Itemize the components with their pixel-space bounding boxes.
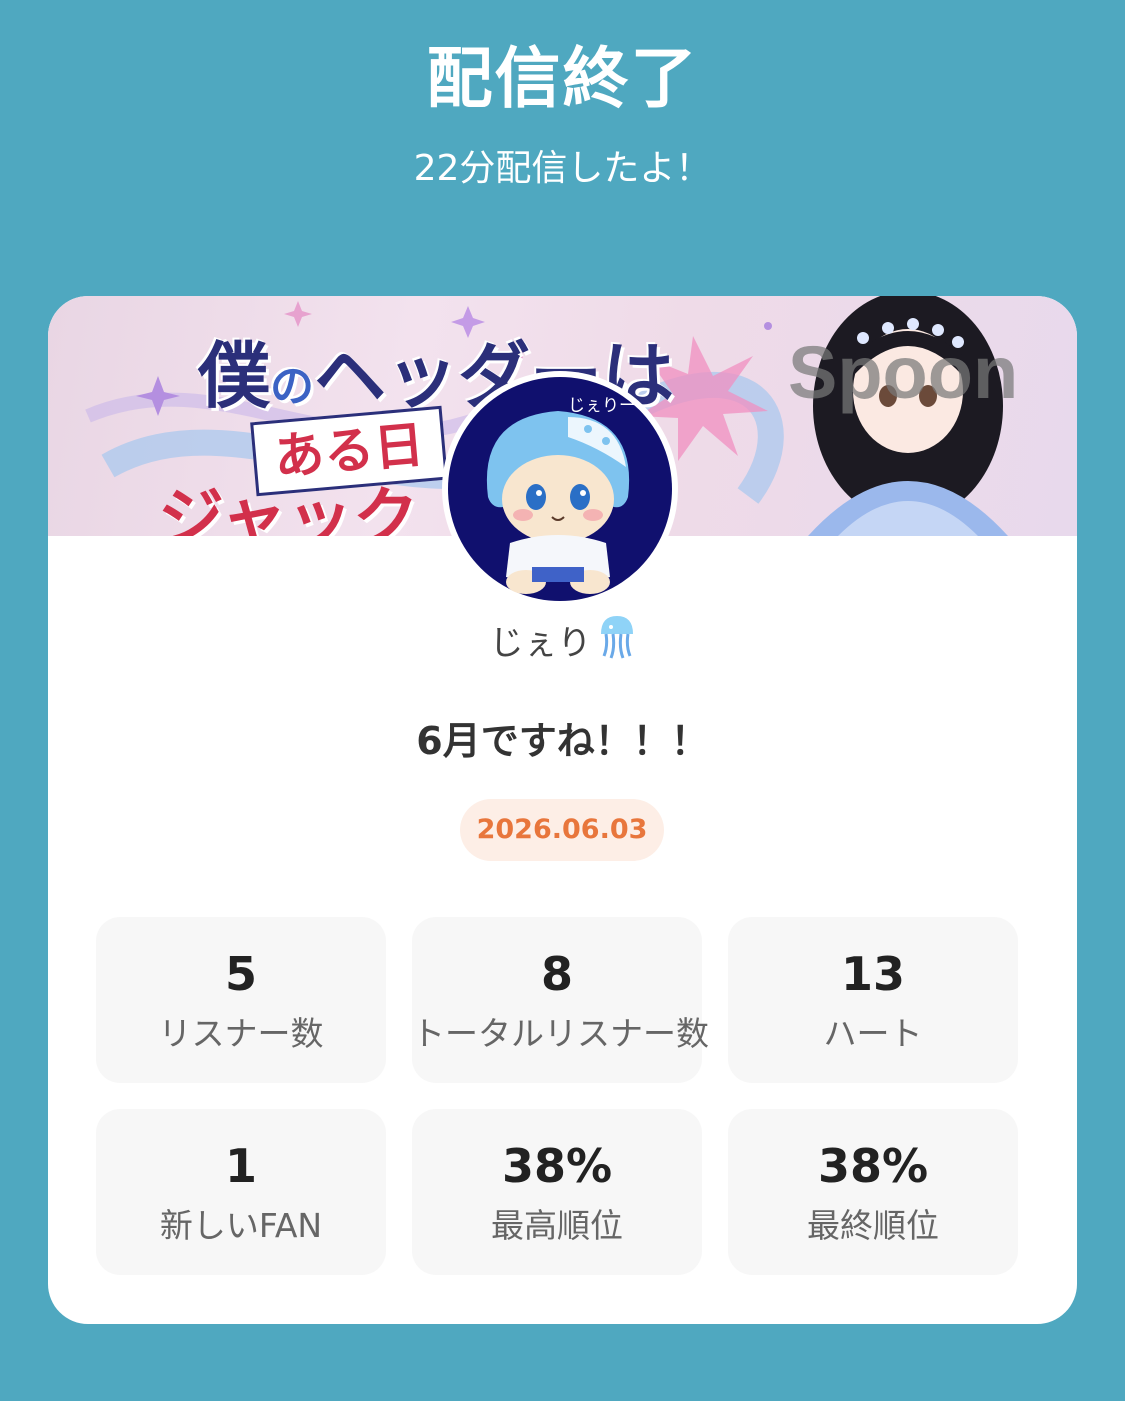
stat-tile-final-rank: 38% 最終順位	[728, 1109, 1018, 1275]
broadcast-summary-card: 僕のヘッダーは ある日 ジャック Spoon じぇりー じぇり 6月ですね！！！…	[48, 296, 1077, 1324]
stat-tile-highest-rank: 38% 最高順位	[412, 1109, 702, 1275]
stat-tile-total-listeners: 8 トータルリスナー数	[412, 917, 709, 1083]
stat-value: 38%	[817, 1139, 929, 1193]
stat-tile-listeners: 5 リスナー数	[96, 917, 386, 1083]
stat-value: 13	[840, 947, 905, 1001]
duration-subtitle: 22分配信したよ！	[413, 148, 712, 189]
stat-label: 最終順位	[807, 1206, 939, 1245]
stat-value: 38%	[501, 1139, 613, 1193]
stat-tile-new-fans: 1 新しいFAN	[96, 1109, 386, 1275]
stat-label: リスナー数	[158, 1014, 324, 1053]
page-title: 配信終了	[426, 40, 699, 117]
banner-headline-bottom: ジャック	[158, 480, 419, 537]
stat-label: 新しいFAN	[159, 1206, 323, 1245]
avatar[interactable]: じぇりー	[442, 371, 678, 607]
stat-tile-hearts: 13 ハート	[728, 917, 1018, 1083]
user-name: じぇり	[48, 614, 1077, 676]
stat-value: 1	[224, 1139, 257, 1193]
jellyfish-icon	[598, 614, 636, 676]
spoon-watermark: Spoon	[788, 331, 1019, 414]
stat-label: トータルリスナー数	[412, 1014, 709, 1053]
date-badge: 2026.06.03	[460, 799, 664, 861]
stat-value: 5	[224, 947, 257, 1001]
stat-label: 最高順位	[491, 1206, 623, 1245]
stat-label: ハート	[823, 1014, 923, 1053]
jellyfish-plush-avatar-icon: じぇりー	[448, 377, 672, 601]
avatar-caption: じぇりー	[568, 396, 636, 416]
broadcast-message: 6月ですね！！！	[416, 719, 709, 763]
stat-value: 8	[540, 947, 573, 1001]
